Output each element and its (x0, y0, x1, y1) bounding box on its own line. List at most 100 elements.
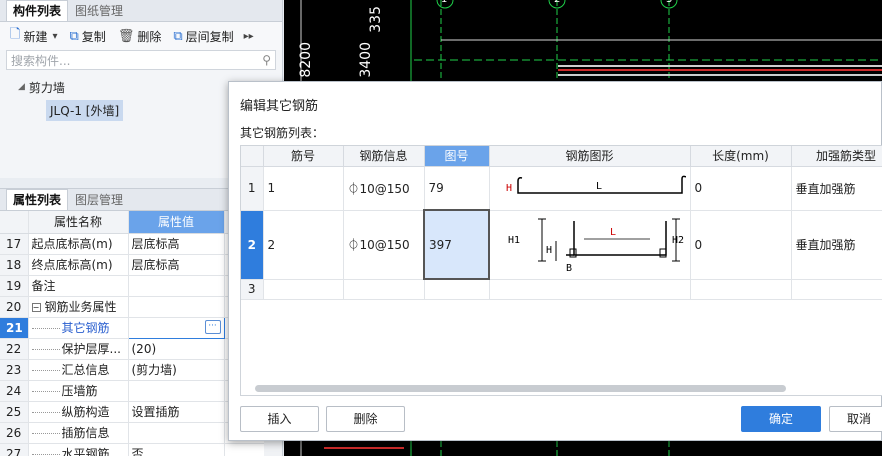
new-file-icon: 🗋 (10, 27, 21, 42)
delete-button-label: 删除 (137, 29, 162, 44)
tab-component-list[interactable]: 构件列表 (6, 0, 69, 21)
property-row[interactable]: 23 汇总信息 (剪力墙) (0, 359, 265, 381)
property-name-label: 纵筋构造 (61, 405, 110, 419)
bar-info-cell[interactable]: ⏀10@150 (343, 210, 425, 280)
collapse-caret-icon[interactable]: ◢ (18, 82, 25, 92)
col-figure-no[interactable]: 图号 (424, 146, 490, 167)
delete-button[interactable]: 🗑 删除 (114, 25, 166, 47)
rebar-row[interactable]: 3 (241, 279, 882, 300)
property-value[interactable]: 否 (128, 443, 225, 456)
property-value-editor[interactable]: ··· (127, 316, 225, 339)
reinforce-type-cell[interactable] (791, 279, 882, 300)
property-value[interactable] (128, 296, 225, 318)
length-cell[interactable]: 0 (690, 166, 792, 211)
tree-group-label: 剪力墙 (28, 80, 65, 95)
property-value[interactable]: 设置插筋 (128, 401, 225, 423)
property-value[interactable]: 层底标高 (128, 254, 225, 276)
floor-copy-button-label: 层间复制 (185, 29, 234, 44)
tree-connector (31, 349, 60, 350)
bar-info-cell[interactable]: ⏀10@150 (343, 166, 425, 211)
property-corner-header (0, 211, 29, 234)
tree-connector (31, 391, 60, 392)
col-bar-no[interactable]: 筋号 (263, 146, 344, 167)
property-row[interactable]: 19 备注 (0, 275, 265, 297)
col-bar-info[interactable]: 钢筋信息 (343, 146, 425, 167)
property-row[interactable]: 26 插筋信息 (0, 422, 265, 444)
bar-no-cell[interactable]: 2 (263, 210, 344, 280)
bar-shape-cell[interactable]: H L (489, 166, 691, 211)
cancel-button[interactable]: 取消 (829, 406, 882, 432)
shape-h2-label: H2 (672, 235, 684, 246)
ok-button[interactable]: 确定 (741, 406, 821, 432)
row-number: 26 (0, 422, 29, 444)
axis-label: 3 (666, 0, 672, 5)
ellipsis-button[interactable]: ··· (204, 319, 221, 334)
col-length[interactable]: 长度(mm) (690, 146, 792, 167)
search-icon: ⚲ (262, 53, 271, 67)
tree-item-jlq1[interactable]: JLQ-1 [外墙] (46, 100, 124, 121)
property-row[interactable]: 18 终点底标高(m) 层底标高 (0, 254, 265, 276)
tab-layer-management[interactable]: 图层管理 (68, 189, 130, 210)
tab-property-list[interactable]: 属性列表 (6, 189, 69, 210)
property-row[interactable]: 27 水平钢筋... 否 (0, 443, 265, 456)
property-name: 汇总信息 (28, 359, 129, 381)
row-number: 27 (0, 443, 29, 456)
rebar-corner-header (241, 146, 264, 167)
property-value[interactable]: (20) (128, 338, 225, 360)
rebar-row[interactable]: 1 1 ⏀10@150 79 H L 0 垂直加强筋 (241, 166, 882, 211)
property-row[interactable]: 24 压墙筋 (0, 380, 265, 402)
col-bar-shape[interactable]: 钢筋图形 (489, 146, 691, 167)
property-table: 属性名称 属性值 17 起点底标高(m) 层底标高 18 终点底标高(m) 层底… (0, 211, 265, 456)
bar-shape-cell[interactable]: H1 H L H2 B (489, 210, 691, 280)
property-name-label: 水平钢筋... (61, 447, 121, 456)
property-row[interactable]: 25 纵筋构造 设置插筋 (0, 401, 265, 423)
row-number: 24 (0, 380, 29, 402)
bar-shape-cell[interactable] (489, 279, 691, 300)
bar-no-cell[interactable] (263, 279, 344, 300)
row-number: 22 (0, 338, 29, 360)
bar-info-cell[interactable] (343, 279, 425, 300)
property-name-label: 其它钢筋 (61, 321, 110, 335)
property-name: 起点底标高(m) (28, 233, 129, 255)
col-reinforce-type[interactable]: 加强筋类型 (791, 146, 882, 167)
reinforce-type-cell[interactable]: 垂直加强筋 (791, 166, 882, 211)
component-tabbar: 构件列表 图纸管理 (0, 0, 282, 22)
bar-no-cell[interactable]: 1 (263, 166, 344, 211)
property-value[interactable] (128, 380, 225, 402)
figure-no-cell[interactable] (424, 279, 490, 300)
shape-l-label: L (596, 181, 602, 192)
property-name: 插筋信息 (28, 422, 129, 444)
shape-h-label: H (546, 245, 552, 256)
horizontal-scrollbar[interactable] (255, 385, 786, 392)
delete-row-button[interactable]: 删除 (326, 406, 405, 432)
property-name-header: 属性名称 (28, 211, 129, 234)
property-row[interactable]: 17 起点底标高(m) 层底标高 (0, 233, 265, 255)
figure-no-cell-selected[interactable]: 397 (423, 209, 490, 280)
property-name-label: 汇总信息 (61, 363, 110, 377)
property-value[interactable]: (剪力墙) (128, 359, 225, 381)
collapse-box-icon[interactable]: − (31, 303, 41, 312)
copy-button[interactable]: ⧉ 复制 (66, 25, 110, 47)
floor-copy-button[interactable]: ⧉ 层间复制 (169, 25, 237, 47)
property-row[interactable]: 20 − 钢筋业务属性 (0, 296, 265, 318)
property-row-selected[interactable]: 21 其它钢筋 ··· (0, 316, 265, 339)
rebar-list-label: 其它钢筋列表： (240, 126, 325, 140)
property-value[interactable] (128, 422, 225, 444)
component-search-input[interactable]: 搜索构件... ⚲ (6, 50, 276, 70)
length-cell[interactable] (690, 279, 792, 300)
length-cell[interactable]: 0 (690, 210, 792, 280)
insert-button[interactable]: 插入 (240, 406, 319, 432)
property-value[interactable]: 层底标高 (128, 233, 225, 255)
new-button[interactable]: 🗋 新建 ▾ (6, 25, 62, 47)
tab-drawing-management[interactable]: 图纸管理 (68, 0, 130, 21)
property-row[interactable]: 22 保护层厚... (20) (0, 338, 265, 360)
toolbar-overflow-icon[interactable]: ▸▸ (244, 31, 254, 42)
reinforce-type-cell[interactable]: 垂直加强筋 (791, 210, 882, 280)
figure-no-cell[interactable]: 79 (424, 166, 490, 211)
new-dropdown-icon[interactable]: ▾ (52, 31, 57, 42)
property-name-label: 保护层厚... (61, 342, 121, 356)
rebar-row-selected[interactable]: 2 2 ⏀10@150 397 H1 H L H2 B 0 垂直加强筋 (241, 209, 882, 280)
property-name-label: 插筋信息 (61, 426, 110, 440)
row-number: 18 (0, 254, 29, 276)
property-value[interactable] (128, 275, 225, 297)
